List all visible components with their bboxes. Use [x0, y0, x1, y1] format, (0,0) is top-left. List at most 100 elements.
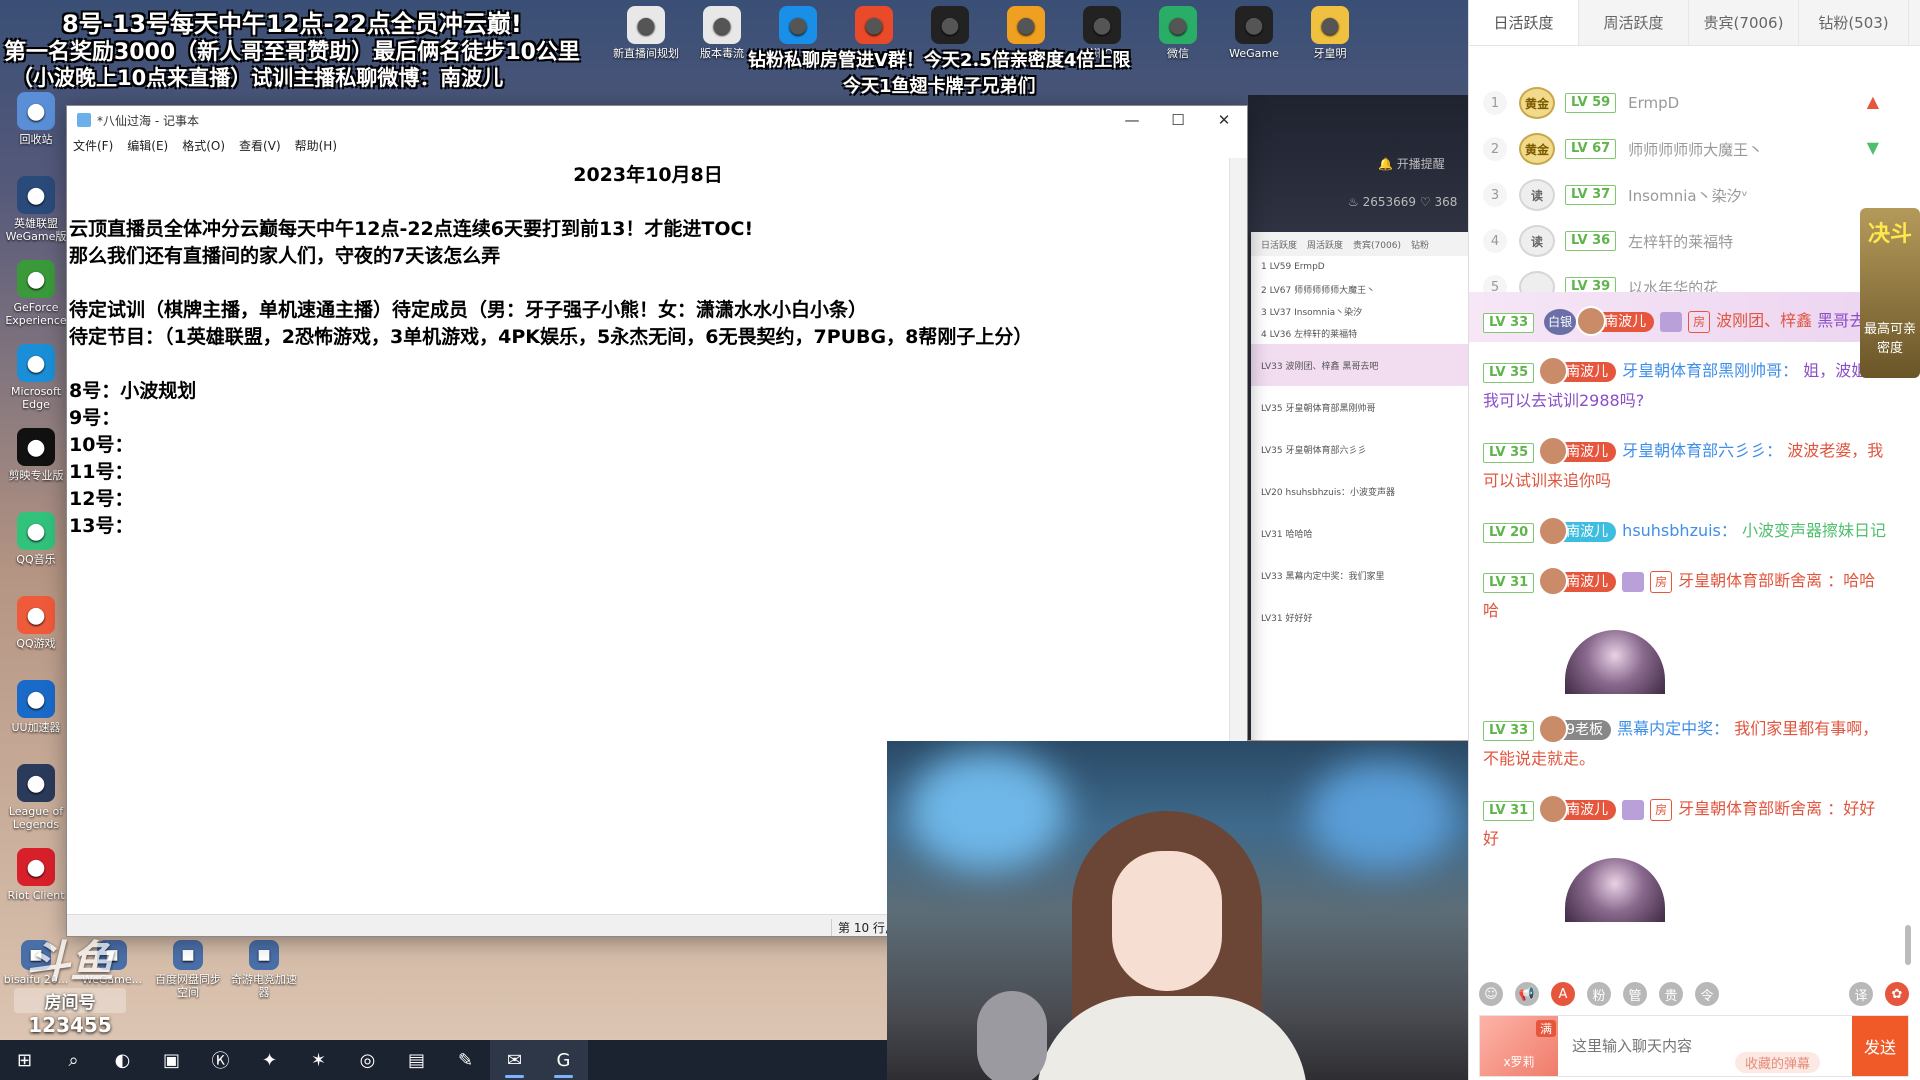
mini-tab[interactable]: 日活跃度: [1261, 238, 1297, 251]
rank-row[interactable]: 1 黄金 LV 59 ErmpD ▲: [1469, 80, 1879, 126]
desktop-icon[interactable]: ●: [762, 6, 834, 47]
popularity-count-value: 2653669: [1362, 195, 1417, 209]
chat-username[interactable]: 波刚团、梓鑫: [1716, 311, 1812, 330]
fan-badge-icon[interactable]: A: [1551, 982, 1575, 1006]
command-icon[interactable]: 令: [1695, 982, 1719, 1006]
desktop-icon[interactable]: ● WeGame: [1218, 6, 1290, 60]
chat-message[interactable]: LV 33 9老板 黑幕内定中奖： 我们家里都有事啊，不能说走就走。: [1469, 700, 1909, 780]
mini-row: 4 LV36 左梓轩的莱福特: [1261, 329, 1358, 340]
chat-username[interactable]: 牙皇朝体育部六彡彡：: [1622, 441, 1782, 460]
menu-item[interactable]: 编辑(E): [127, 137, 168, 154]
desktop-icon[interactable]: ■ 奇游电竞加速器: [228, 940, 300, 999]
task-view-icon[interactable]: ▣: [147, 1040, 196, 1080]
fan-badge: 南波儿: [1576, 305, 1655, 336]
desktop-icon[interactable]: ●: [838, 6, 910, 47]
desktop-icon[interactable]: ■ 百度网盘同步空间: [152, 940, 224, 999]
owl-icon: ●: [1007, 6, 1045, 44]
desktop-icon[interactable]: ● 英雄联盟WeGame版: [0, 176, 72, 243]
desktop-icon[interactable]: ● 新直播间规划: [610, 6, 682, 60]
chat-image: [1565, 630, 1665, 694]
saved-barrage-button[interactable]: 收藏的弹幕: [1735, 1052, 1821, 1073]
obs-icon[interactable]: ◎: [343, 1040, 392, 1080]
menu-item[interactable]: 文件(F): [73, 137, 113, 154]
chat-message[interactable]: LV 35 南波儿 牙皇朝体育部黑刚帅哥： 姐，波姐，我可以去试训2988吗?: [1469, 342, 1909, 422]
desktop-icon-label: 英雄联盟WeGame版: [5, 217, 67, 243]
desktop-icon[interactable]: ● Riot Client: [0, 848, 72, 902]
noble-icon[interactable]: 贵: [1659, 982, 1683, 1006]
megaphone-icon[interactable]: 📢: [1515, 982, 1539, 1006]
user-avatar[interactable]: x罗莉 满: [1480, 1016, 1558, 1076]
fan-icon[interactable]: 粉: [1587, 982, 1611, 1006]
desktop-icon[interactable]: ● GeForce Experience: [0, 260, 72, 327]
chat-message[interactable]: LV 31 南波儿房牙皇朝体育部断舍离 ：好好好: [1469, 780, 1909, 928]
follow-reminder[interactable]: 🔔 开播提醒: [1378, 155, 1445, 172]
search-icon[interactable]: ⌕: [49, 1040, 98, 1080]
close-icon[interactable]: ✕: [1201, 111, 1247, 129]
chat-message[interactable]: LV 33 白银 南波儿房波刚团、梓鑫 黑哥去吧: [1469, 292, 1909, 342]
rank-row[interactable]: 2 黄金 LV 67 师师师师师大魔王丶 ▼: [1469, 126, 1879, 172]
mini-row: 2 LV67 师师师师师大魔王丶: [1261, 285, 1376, 296]
gift-icon[interactable]: ✿: [1885, 982, 1909, 1006]
kugou-icon[interactable]: Ⓚ: [196, 1040, 245, 1080]
notepad-titlebar[interactable]: *八仙过海 - 记事本 — ☐ ✕: [67, 106, 1247, 134]
rank-row[interactable]: 4 读 LV 36 左梓轩的莱福特: [1469, 218, 1879, 264]
chat-username[interactable]: 黑幕内定中奖：: [1617, 719, 1729, 738]
desktop-icon[interactable]: ● QQ音乐: [0, 512, 72, 566]
desktop-icon[interactable]: ● Microsoft Edge: [0, 344, 72, 411]
desktop-icon[interactable]: ●: [990, 6, 1062, 47]
tab-2[interactable]: 贵宾(7006): [1689, 0, 1799, 45]
chat-scrollbar[interactable]: [1905, 925, 1911, 965]
app-orange-icon[interactable]: ✶: [294, 1040, 343, 1080]
menu-item[interactable]: 帮助(H): [295, 137, 337, 154]
rank-row[interactable]: 5 LV 39 以水年华的花: [1469, 264, 1879, 292]
desktop-icon[interactable]: ● UU加速器: [0, 680, 72, 734]
manage-icon[interactable]: 管: [1623, 982, 1647, 1006]
chat-username[interactable]: 牙皇朝体育部断舍离: [1678, 571, 1822, 590]
chat-image: [1565, 858, 1665, 922]
desktop-icon[interactable]: ● QQ游戏: [0, 596, 72, 650]
desktop-icon[interactable]: ● League of Legends: [0, 764, 72, 831]
chat-messages[interactable]: LV 33 白银 南波儿房波刚团、梓鑫 黑哥去吧 LV 35 南波儿 牙皇朝体育部黑刚帅哥…: [1469, 292, 1909, 964]
wechat-icon[interactable]: ✉: [490, 1040, 539, 1080]
chat-message[interactable]: LV 20 南波儿 hsuhsbhzuis： 小波变声器擦妹日记: [1469, 502, 1909, 552]
send-button[interactable]: 发送: [1852, 1016, 1908, 1076]
edge-icon[interactable]: ◐: [98, 1040, 147, 1080]
chat-message[interactable]: LV 35 南波儿 牙皇朝体育部六彡彡： 波波老婆，我可以试训来追你吗: [1469, 422, 1909, 502]
notepad-icon[interactable]: ✎: [441, 1040, 490, 1080]
mini-tab[interactable]: 贵宾(7006): [1353, 238, 1401, 251]
chat-username[interactable]: 牙皇朝体育部断舍离: [1678, 799, 1822, 818]
desktop-icon[interactable]: ● 回收站: [0, 92, 72, 146]
text-line: 那么我们还有直播间的家人们，守夜的7天该怎么弄: [69, 245, 501, 267]
chat-username[interactable]: hsuhsbhzuis：: [1622, 521, 1737, 540]
mini-tab[interactable]: 周活跃度: [1307, 238, 1343, 251]
tab-0[interactable]: 日活跃度: [1469, 0, 1579, 45]
desktop-icon-label: GeForce Experience: [5, 301, 67, 327]
fan-badge: 南波儿: [1538, 515, 1617, 546]
menu-item[interactable]: 格式(O): [182, 137, 225, 154]
windows-start-icon[interactable]: ⊞: [0, 1040, 49, 1080]
chat-username[interactable]: 牙皇朝体育部黑刚帅哥：: [1622, 361, 1798, 380]
maximize-icon[interactable]: ☐: [1155, 111, 1201, 129]
desktop-icon[interactable]: ● 牙皇明: [1294, 6, 1366, 60]
popularity-count: ♨ 2653669 ♡ 368: [1348, 195, 1457, 209]
rank-list: 1 黄金 LV 59 ErmpD ▲ 2 黄金 LV 67 师师师师师大魔王丶 ▼ 3 读 LV 37 I…: [1469, 80, 1879, 292]
desktop-icon[interactable]: ● 微信: [1142, 6, 1214, 60]
desktop-icon[interactable]: ●: [914, 6, 986, 47]
menu-item[interactable]: 查看(V): [239, 137, 281, 154]
nvidia-icon: ●: [17, 260, 55, 298]
rank-row[interactable]: 3 读 LV 37 Insomnia丶染汐ᵛ: [1469, 172, 1879, 218]
mini-row: LV35 牙皇朝体育部黑刚帅哥: [1261, 403, 1376, 414]
side-promo-banner[interactable]: 决斗 最高可亲密度: [1860, 208, 1920, 378]
tab-3[interactable]: 钻粉(503): [1799, 0, 1909, 45]
uu-icon: ●: [17, 680, 55, 718]
minimize-icon[interactable]: —: [1109, 111, 1155, 129]
mini-tab[interactable]: 钻粉: [1411, 238, 1429, 251]
explorer-icon[interactable]: ▤: [392, 1040, 441, 1080]
chat-message[interactable]: LV 31 南波儿房牙皇朝体育部断舍离 ：哈哈哈: [1469, 552, 1909, 700]
tab-1[interactable]: 周活跃度: [1579, 0, 1689, 45]
emoji-icon[interactable]: ☺: [1479, 982, 1503, 1006]
translate-icon[interactable]: 译: [1849, 982, 1873, 1006]
app-dark-icon[interactable]: G: [539, 1040, 588, 1080]
app-red-icon[interactable]: ✦: [245, 1040, 294, 1080]
desktop-icon[interactable]: ● 剪映专业版: [0, 428, 72, 482]
